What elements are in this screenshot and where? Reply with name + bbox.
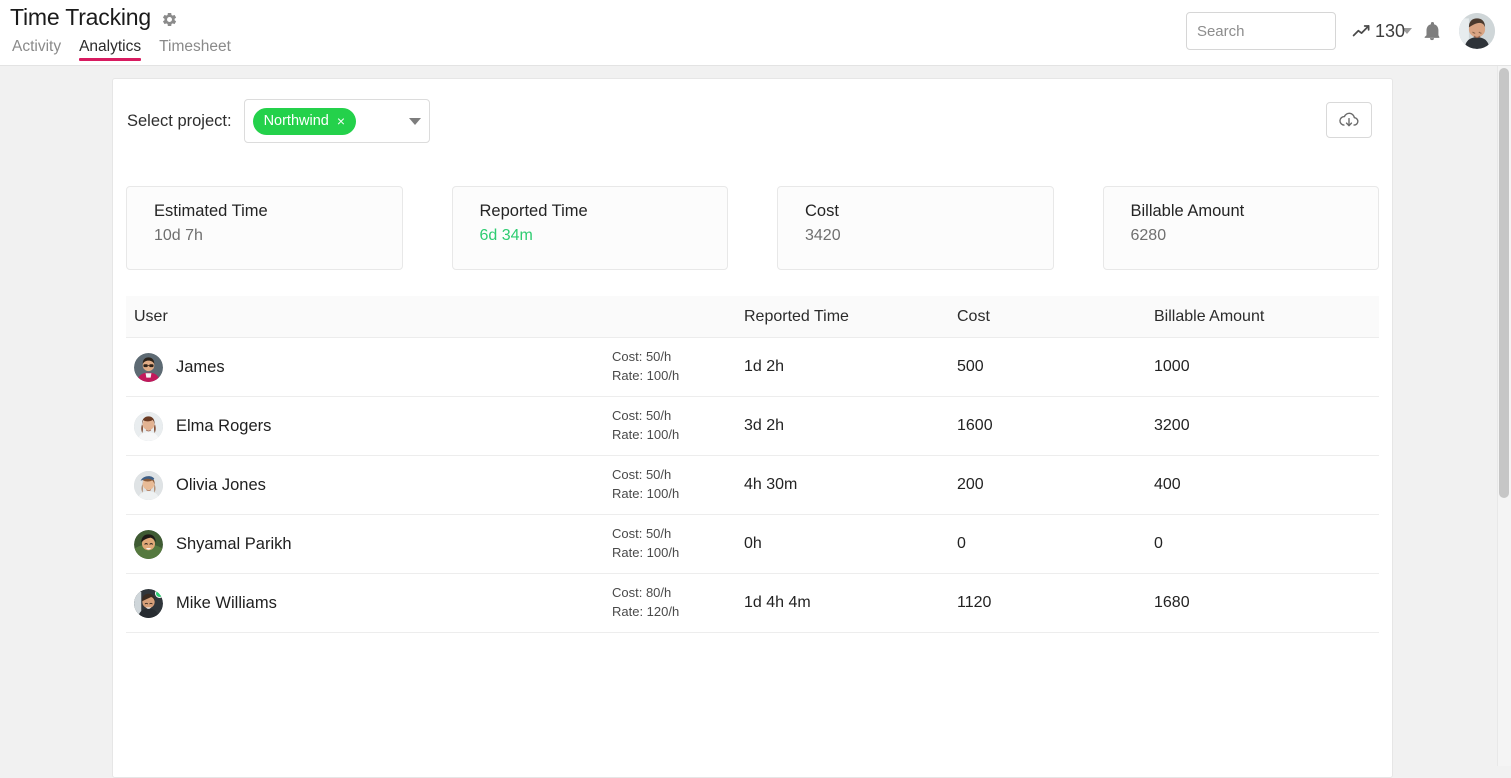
cell-user: Shyamal Parikh (126, 530, 612, 559)
summary-stats: Estimated Time 10d 7h Reported Time 6d 3… (126, 186, 1379, 270)
cell-billable-amount: 3200 (1154, 417, 1364, 435)
cell-billable-amount: 1680 (1154, 594, 1364, 612)
table-row[interactable]: James Cost: 50/h Rate: 100/h 1d 2h 500 1… (126, 338, 1379, 397)
users-table: User Reported Time Cost Billable Amount (126, 296, 1379, 633)
bill-rate: Rate: 100/h (612, 426, 744, 445)
activity-count-chip[interactable]: 130 (1352, 21, 1405, 42)
cell-reported-time: 1d 4h 4m (744, 594, 957, 612)
stat-title: Estimated Time (154, 202, 402, 221)
bill-rate: Rate: 100/h (612, 544, 744, 563)
trend-up-icon (1352, 22, 1371, 41)
page-title: Time Tracking (10, 4, 151, 31)
table-row[interactable]: Olivia Jones Cost: 50/h Rate: 100/h 4h 3… (126, 456, 1379, 515)
bill-rate: Rate: 100/h (612, 485, 744, 504)
cost-rate: Cost: 50/h (612, 348, 744, 367)
activity-count: 130 (1375, 21, 1405, 42)
stat-card-billable-amount: Billable Amount 6280 (1103, 186, 1380, 270)
cell-user: Olivia Jones (126, 471, 612, 500)
column-header-cost[interactable]: Cost (957, 308, 1154, 326)
scrollbar-thumb[interactable] (1499, 68, 1509, 498)
online-status-indicator (155, 589, 163, 598)
cell-billable-amount: 0 (1154, 535, 1364, 553)
avatar[interactable] (1459, 13, 1495, 49)
cloud-download-icon (1338, 109, 1360, 131)
bill-rate: Rate: 120/h (612, 603, 744, 622)
cell-reported-time: 3d 2h (744, 417, 957, 435)
cell-cost: 1600 (957, 417, 1154, 435)
brand-row: Time Tracking (10, 4, 178, 31)
cell-user: James (126, 353, 612, 382)
cell-rates: Cost: 80/h Rate: 120/h (612, 584, 744, 622)
stat-value: 6280 (1131, 227, 1379, 245)
project-selector-row: Select project: Northwind × (127, 99, 430, 143)
project-select[interactable]: Northwind × (244, 99, 430, 143)
stat-title: Billable Amount (1131, 202, 1379, 221)
cell-cost: 0 (957, 535, 1154, 553)
stat-value: 6d 34m (480, 227, 728, 245)
cost-rate: Cost: 50/h (612, 525, 744, 544)
gear-icon[interactable] (161, 11, 178, 28)
avatar[interactable] (134, 589, 163, 618)
tab-timesheet[interactable]: Timesheet (159, 38, 231, 61)
search-box[interactable] (1186, 12, 1336, 50)
column-header-reported-time[interactable]: Reported Time (744, 308, 957, 326)
page-body: Select project: Northwind × Estimated Ti… (0, 66, 1511, 700)
stat-title: Reported Time (480, 202, 728, 221)
cell-rates: Cost: 50/h Rate: 100/h (612, 466, 744, 504)
column-header-user[interactable]: User (126, 308, 612, 326)
tab-analytics[interactable]: Analytics (79, 38, 141, 61)
table-header-row: User Reported Time Cost Billable Amount (126, 296, 1379, 338)
avatar[interactable] (134, 353, 163, 382)
analytics-card: Select project: Northwind × Estimated Ti… (112, 78, 1393, 778)
user-name: James (176, 358, 225, 377)
export-button[interactable] (1326, 102, 1372, 138)
project-tag[interactable]: Northwind × (253, 108, 356, 135)
stat-card-cost: Cost 3420 (777, 186, 1054, 270)
user-name: Olivia Jones (176, 476, 266, 495)
bell-icon[interactable] (1421, 20, 1443, 42)
bill-rate: Rate: 100/h (612, 367, 744, 386)
user-name: Elma Rogers (176, 417, 271, 436)
cell-reported-time: 1d 2h (744, 358, 957, 376)
table-row[interactable]: Shyamal Parikh Cost: 50/h Rate: 100/h 0h… (126, 515, 1379, 574)
table-row[interactable]: Elma Rogers Cost: 50/h Rate: 100/h 3d 2h… (126, 397, 1379, 456)
cell-cost: 500 (957, 358, 1154, 376)
cell-reported-time: 0h (744, 535, 957, 553)
cell-billable-amount: 1000 (1154, 358, 1364, 376)
cell-user: Elma Rogers (126, 412, 612, 441)
user-name: Mike Williams (176, 594, 277, 613)
cost-rate: Cost: 80/h (612, 584, 744, 603)
cell-rates: Cost: 50/h Rate: 100/h (612, 407, 744, 445)
stat-card-reported-time: Reported Time 6d 34m (452, 186, 729, 270)
stat-title: Cost (805, 202, 1053, 221)
stat-card-estimated-time: Estimated Time 10d 7h (126, 186, 403, 270)
page-scrollbar[interactable] (1497, 66, 1511, 766)
stat-value: 10d 7h (154, 227, 402, 245)
cell-reported-time: 4h 30m (744, 476, 957, 494)
tab-activity[interactable]: Activity (12, 38, 61, 61)
cell-user: Mike Williams (126, 589, 612, 618)
table-row[interactable]: Mike Williams Cost: 80/h Rate: 120/h 1d … (126, 574, 1379, 633)
cell-cost: 200 (957, 476, 1154, 494)
column-header-billable-amount[interactable]: Billable Amount (1154, 308, 1364, 326)
header-actions: 130 (1186, 12, 1495, 50)
avatar[interactable] (134, 412, 163, 441)
select-project-label: Select project: (127, 112, 232, 131)
close-icon[interactable]: × (337, 114, 345, 128)
main-tabs: Activity Analytics Timesheet (12, 38, 231, 61)
cell-billable-amount: 400 (1154, 476, 1364, 494)
cell-cost: 1120 (957, 594, 1154, 612)
cost-rate: Cost: 50/h (612, 407, 744, 426)
cell-rates: Cost: 50/h Rate: 100/h (612, 525, 744, 563)
stat-value: 3420 (805, 227, 1053, 245)
avatar[interactable] (134, 471, 163, 500)
chevron-down-icon[interactable] (409, 118, 421, 125)
top-header-bar: Time Tracking Activity Analytics Timeshe… (0, 0, 1511, 66)
user-name: Shyamal Parikh (176, 535, 292, 554)
cell-rates: Cost: 50/h Rate: 100/h (612, 348, 744, 386)
avatar[interactable] (134, 530, 163, 559)
cost-rate: Cost: 50/h (612, 466, 744, 485)
project-tag-label: Northwind (264, 113, 329, 129)
